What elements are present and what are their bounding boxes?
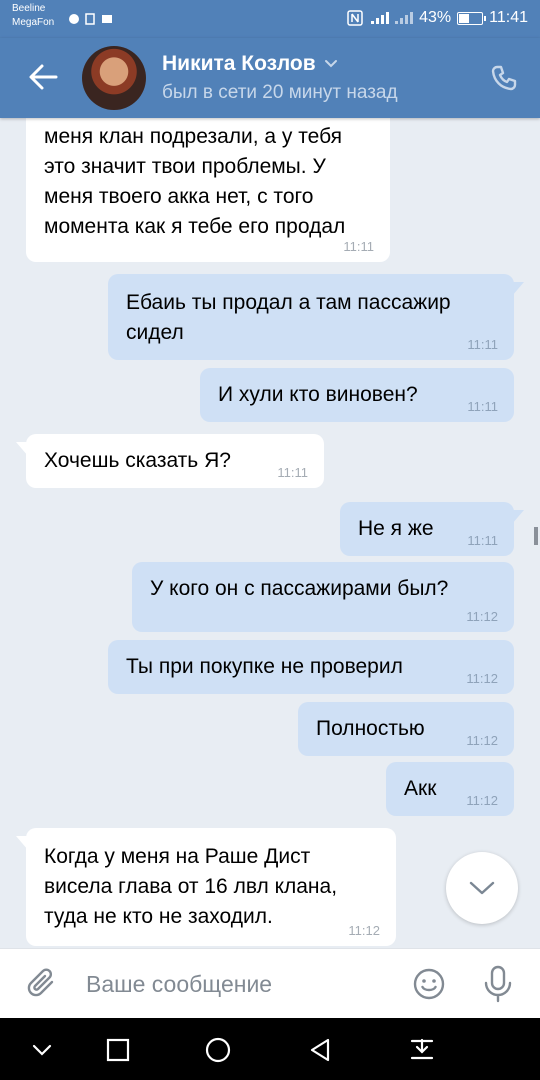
message-outgoing[interactable]: Акк 11:12 xyxy=(386,762,514,816)
message-line: сидел xyxy=(126,321,184,344)
scroll-down-button[interactable] xyxy=(446,852,518,924)
message-incoming[interactable]: Когда у меня на Раше Дист висела глава о… xyxy=(16,828,396,946)
carrier-1: Beeline xyxy=(12,3,46,14)
signal-icon xyxy=(371,12,414,24)
message-composer: Ваше сообщение xyxy=(0,948,540,1019)
status-right: 43% 11:41 xyxy=(347,9,528,27)
status-bar: Beeline MegaFon 43% 11:41 xyxy=(0,0,540,38)
message-line: У кого он с пассажирами был? xyxy=(150,577,449,600)
message-time: 11:11 xyxy=(467,399,498,414)
message-outgoing[interactable]: Не я же 11:11 xyxy=(340,502,524,556)
scrollbar-thumb[interactable] xyxy=(534,527,538,545)
recents-icon[interactable] xyxy=(104,1036,132,1064)
message-time: 11:12 xyxy=(466,793,498,808)
message-line: Ты при покупке не проверил xyxy=(126,655,403,678)
chevron-down-icon[interactable] xyxy=(28,1036,56,1064)
message-line: Хочешь сказать Я? xyxy=(44,449,231,472)
message-time: 11:12 xyxy=(466,671,498,686)
arrow-left-icon[interactable] xyxy=(26,60,60,94)
message-line: Не я же xyxy=(358,517,434,540)
microphone-icon[interactable] xyxy=(482,965,514,1003)
chat-header: Никита Козлов был в сети 20 минут назад xyxy=(0,38,540,118)
message-time: 11:12 xyxy=(348,923,380,938)
notification-icons xyxy=(68,11,124,30)
message-line: момента как я тебе его продал xyxy=(44,215,346,238)
clock: 11:41 xyxy=(489,9,528,26)
notification-pull-icon[interactable] xyxy=(408,1036,436,1064)
message-line: это значит твои проблемы. У xyxy=(44,155,326,178)
system-navigation-bar xyxy=(0,1018,540,1080)
carrier-2: MegaFon xyxy=(12,17,55,28)
carrier-info: Beeline MegaFon xyxy=(12,2,54,30)
message-outgoing[interactable]: Полностью 11:12 xyxy=(298,702,514,756)
message-outgoing[interactable]: И хули кто виновен? 11:11 xyxy=(200,368,514,422)
home-icon[interactable] xyxy=(204,1036,232,1064)
message-time: 11:11 xyxy=(277,465,308,480)
message-line: И хули кто виновен? xyxy=(218,383,418,406)
chevron-down-icon xyxy=(324,60,337,68)
message-input[interactable]: Ваше сообщение xyxy=(86,971,272,998)
message-line: Ебаиь ты продал а там пассажир xyxy=(126,291,451,314)
paperclip-icon[interactable] xyxy=(26,967,60,1001)
battery-percent: 43% xyxy=(419,9,452,26)
message-line: Когда у меня на Раше Дист xyxy=(44,845,311,868)
message-line: меня твоего акка нет, с того xyxy=(44,185,314,208)
message-time: 11:11 xyxy=(467,533,498,548)
message-line: меня клан подрезали, а у тебя xyxy=(44,125,343,148)
presence-status: был в сети 20 минут назад xyxy=(162,82,398,103)
back-triangle-icon[interactable] xyxy=(306,1036,334,1064)
message-line: висела глава от 16 лвл клана, xyxy=(44,875,338,898)
phone-icon[interactable] xyxy=(490,64,518,92)
chevron-down-icon xyxy=(469,881,495,895)
message-incoming[interactable]: Хочешь сказать Я? 11:11 xyxy=(16,434,324,488)
contact-name-row[interactable]: Никита Козлов xyxy=(162,52,338,76)
message-time: 11:12 xyxy=(466,733,498,748)
message-outgoing[interactable]: Ебаиь ты продал а там пассажир сидел 11:… xyxy=(108,274,524,360)
avatar[interactable] xyxy=(82,46,146,110)
contact-name: Никита Козлов xyxy=(162,52,316,75)
message-list[interactable]: меня клан подрезали, а у тебя это значит… xyxy=(0,118,540,948)
battery-icon xyxy=(457,11,487,25)
message-outgoing[interactable]: У кого он с пассажирами был? 11:12 xyxy=(132,562,514,632)
message-line: туда не кто не заходил. xyxy=(44,905,273,928)
emoji-icon[interactable] xyxy=(412,967,446,1001)
message-incoming[interactable]: меня клан подрезали, а у тебя это значит… xyxy=(26,118,390,262)
message-time: 11:12 xyxy=(466,609,498,624)
message-outgoing[interactable]: Ты при покупке не проверил 11:12 xyxy=(108,640,514,694)
message-time: 11:11 xyxy=(467,337,498,352)
nfc-icon xyxy=(347,10,363,26)
message-time: 11:11 xyxy=(343,239,374,254)
